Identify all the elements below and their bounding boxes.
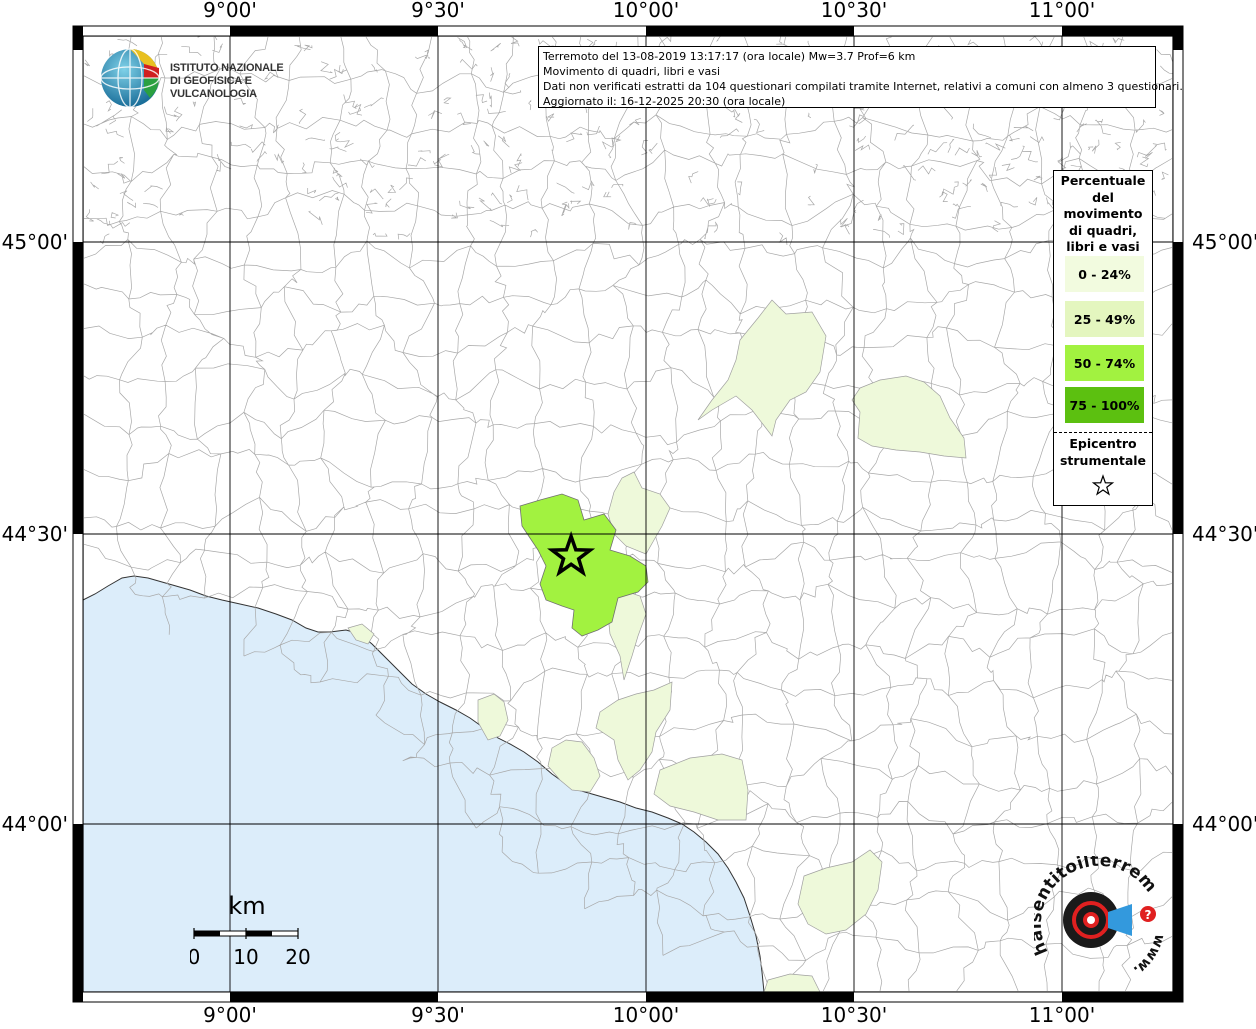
top-label: 10°00' — [613, 0, 679, 22]
legend-class-3: 75 - 100% — [1065, 387, 1144, 423]
legend-class-2: 50 - 74% — [1065, 345, 1144, 381]
top-label: 10°30' — [821, 0, 887, 22]
legend: Percentuale del movimento di quadri, lib… — [1053, 170, 1153, 506]
legend-class-1: 25 - 49% — [1065, 301, 1144, 337]
epicenter-label-line: strumentale — [1059, 453, 1147, 468]
left-label: 44°00' — [2, 812, 68, 836]
ingv-globe-icon — [100, 48, 160, 108]
legend-title-line: libri e vasi — [1066, 239, 1140, 254]
top-label: 11°00' — [1029, 0, 1095, 22]
update-time: Aggiornato il: 16-12-2025 20:30 (ora loc… — [543, 95, 786, 108]
ingv-line1: ISTITUTO NAZIONALE — [170, 62, 284, 74]
scale-tick: 0 — [190, 945, 200, 969]
data-note: Dati non verificati estratti da 104 ques… — [543, 80, 1183, 93]
left-label: 45°00' — [2, 230, 68, 254]
right-label: 45°00' — [1192, 230, 1256, 254]
top-label: 9°00' — [203, 0, 257, 22]
top-label: 9°30' — [411, 0, 465, 22]
scale-tick: 20 — [285, 945, 310, 969]
ingv-line2: DI GEOFISICA E VULCANOLOGIA — [170, 75, 257, 100]
legend-title: Percentuale del movimento di quadri, lib… — [1054, 173, 1152, 256]
right-label: 44°00' — [1192, 812, 1256, 836]
scale-bar: km 0 10 20 — [190, 892, 311, 969]
bottom-label: 10°30' — [821, 1003, 887, 1024]
hsit-www: www. — [1130, 932, 1164, 978]
hsit-logo: haisentitoilterremoto.it www. ? — [1034, 856, 1164, 978]
legend-class-0: 0 - 24% — [1065, 256, 1144, 292]
ingv-logo: ISTITUTO NAZIONALE DI GEOFISICA E VULCAN… — [100, 46, 310, 110]
scale-tick: 10 — [233, 945, 258, 969]
map-subject: Movimento di quadri, libri e vasi — [543, 65, 721, 78]
info-box: Terremoto del 13-08-2019 13:17:17 (ora l… — [538, 46, 1183, 108]
frame-right — [1172, 35, 1184, 993]
frame-top — [72, 25, 1184, 37]
star-outline-icon — [1091, 474, 1115, 496]
epicenter-label-line: Epicentro — [1069, 436, 1137, 451]
legend-title-line: di quadri, — [1068, 222, 1137, 238]
legend-title-line: Percentuale — [1060, 173, 1146, 188]
svg-text:?: ? — [1145, 908, 1152, 922]
scale-unit: km — [228, 892, 265, 920]
legend-title-line: movimento — [1063, 206, 1143, 221]
ingv-text: ISTITUTO NAZIONALE DI GEOFISICA E VULCAN… — [170, 62, 310, 101]
bottom-label: 9°30' — [411, 1003, 465, 1024]
epicenter-label: Epicentro strumentale — [1054, 435, 1152, 469]
bottom-label: 11°00' — [1029, 1003, 1095, 1024]
left-label: 44°30' — [2, 522, 68, 546]
bottom-label: 9°00' — [203, 1003, 257, 1024]
legend-divider — [1054, 432, 1152, 433]
earthquake-info: Terremoto del 13-08-2019 13:17:17 (ora l… — [543, 50, 916, 63]
bottom-label: 10°00' — [613, 1003, 679, 1024]
legend-title-line: del — [1092, 189, 1114, 205]
frame-left — [72, 35, 84, 993]
right-label: 44°30' — [1192, 522, 1256, 546]
frame-bottom — [72, 991, 1184, 1003]
